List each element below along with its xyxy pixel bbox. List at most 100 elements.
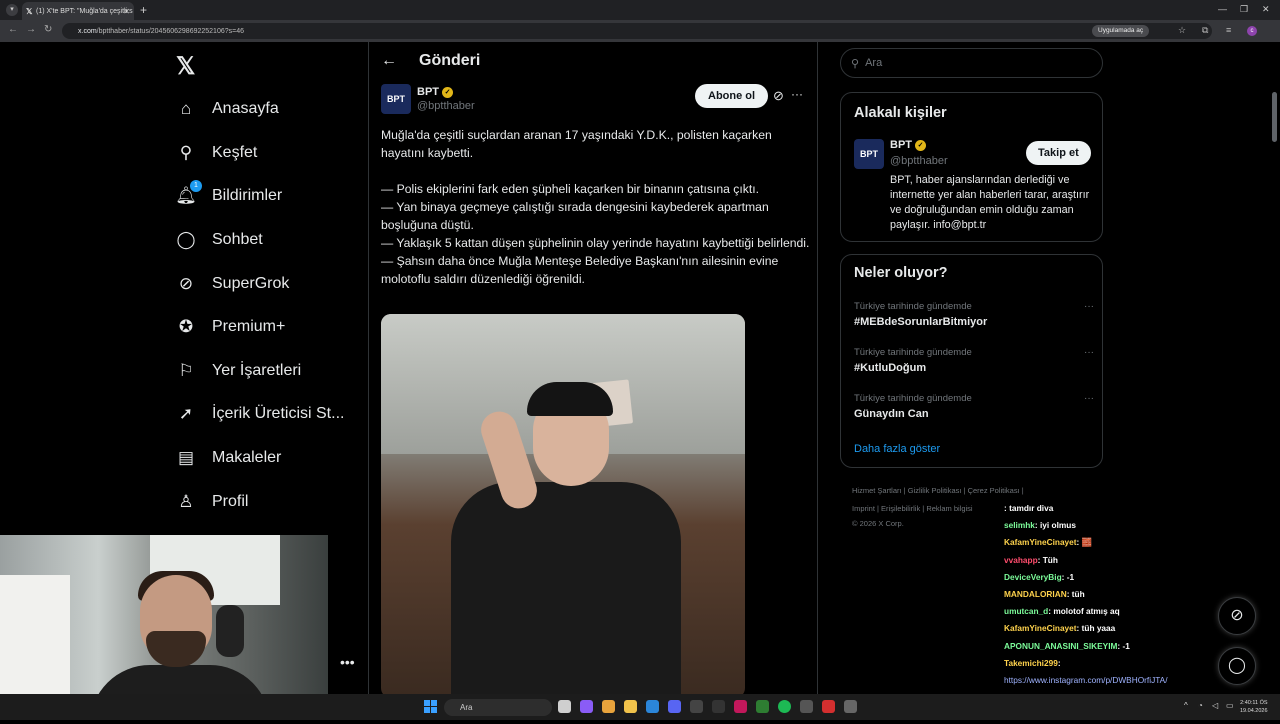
- trend-more-icon[interactable]: ···: [1084, 393, 1094, 404]
- profile-menu-icon[interactable]: ≡: [1226, 25, 1231, 35]
- battery-icon[interactable]: ▭: [1226, 701, 1234, 710]
- chat-message: APONUN_ANASINI_SIKEYIM: -1: [1004, 638, 1214, 655]
- x-logo-icon[interactable]: 𝕏: [176, 52, 195, 81]
- trends-title: Neler oluyor?: [854, 265, 948, 281]
- chat-username: MANDALORIAN: [1004, 589, 1067, 600]
- account-more-icon[interactable]: •••: [340, 654, 355, 670]
- post-line-gap: [381, 162, 811, 180]
- address-bar[interactable]: x.com/bptthaber/status/20456062986922521…: [62, 23, 1212, 39]
- nav-chat[interactable]: ◯ Sohbet: [176, 226, 263, 254]
- nav-profile[interactable]: ♙ Profil: [176, 488, 248, 516]
- chat-link[interactable]: https://www.instagram.com/p/DWBHOrfiJTA/: [1004, 675, 1168, 685]
- nav-explore[interactable]: ⚲ Keşfet: [176, 139, 258, 167]
- chat-message: vvahapp: Tüh: [1004, 552, 1214, 569]
- trend-item[interactable]: Türkiye tarihinde gündemde #KutluDoğum ·…: [854, 347, 1094, 374]
- network-icon[interactable]: ◔: [1198, 701, 1203, 710]
- nav-supergrok[interactable]: ⊘ SuperGrok: [176, 270, 290, 298]
- extensions-icon[interactable]: ⧉: [1202, 25, 1208, 36]
- trend-tag: #KutluDoğum: [854, 362, 927, 374]
- back-nav-icon[interactable]: ←: [8, 24, 18, 35]
- trend-item[interactable]: Türkiye tarihinde gündemde #MEBdeSorunla…: [854, 301, 1094, 328]
- footer-links[interactable]: Imprint | Erişilebilirlik | Reklam bilgi…: [852, 504, 973, 513]
- verified-badge-icon: ✓: [442, 86, 453, 98]
- nav-label: Keşfet: [212, 144, 258, 161]
- taskbar-search[interactable]: Ara: [444, 699, 552, 716]
- app-icon[interactable]: [712, 700, 725, 713]
- nav-home[interactable]: ⌂ Anasayfa: [176, 95, 279, 123]
- related-avatar[interactable]: BPT: [854, 139, 884, 169]
- footer-links[interactable]: Hizmet Şartları | Gizlilik Politikası | …: [852, 486, 1024, 495]
- messages-fab-icon[interactable]: ◯: [1218, 647, 1256, 685]
- author-avatar[interactable]: BPT: [381, 84, 411, 114]
- app-icon[interactable]: [844, 700, 857, 713]
- app-icon[interactable]: [822, 700, 835, 713]
- back-arrow-icon[interactable]: ←: [381, 52, 397, 70]
- chrome-icon[interactable]: [602, 700, 615, 713]
- nav-creator-studio[interactable]: ➚ İçerik Üreticisi St...: [176, 400, 345, 428]
- nav-articles[interactable]: ▤ Makaleler: [176, 444, 281, 472]
- spotify-icon[interactable]: [778, 700, 791, 713]
- start-icon[interactable]: [424, 700, 437, 713]
- open-in-app-button[interactable]: Uygulamada aç: [1092, 25, 1150, 37]
- app-icon[interactable]: [800, 700, 813, 713]
- chat-text: : tamdır diva: [1004, 503, 1054, 513]
- window-close-icon[interactable]: ✕: [1262, 4, 1270, 15]
- nav-notifications[interactable]: 🔔︎ 1 Bildirimler: [175, 180, 282, 210]
- volume-icon[interactable]: ◁: [1212, 701, 1218, 710]
- post-photo[interactable]: [381, 314, 745, 694]
- reload-icon[interactable]: ↻: [44, 24, 52, 35]
- nav-label: İçerik Üreticisi St...: [212, 405, 345, 422]
- grok-explain-icon[interactable]: ⊘: [773, 88, 784, 104]
- chat-message: Takemichi299:: [1004, 655, 1214, 672]
- tray-chevron-icon[interactable]: ^: [1184, 701, 1188, 710]
- minimize-icon[interactable]: —: [1218, 4, 1227, 14]
- trend-item[interactable]: Türkiye tarihinde gündemde Günaydın Can …: [854, 393, 1094, 420]
- related-handle[interactable]: @bptthaber: [890, 155, 948, 167]
- page-scrollbar[interactable]: [1272, 92, 1277, 142]
- chat-username: DeviceVeryBig: [1004, 571, 1062, 582]
- discord-icon[interactable]: [668, 700, 681, 713]
- new-tab-icon[interactable]: +: [140, 3, 147, 17]
- maximize-icon[interactable]: ❐: [1240, 4, 1248, 15]
- post-line: — Polis ekiplerini fark eden şüpheli kaç…: [381, 182, 760, 196]
- tab-close-icon[interactable]: ✕: [123, 7, 130, 16]
- nav-label: Sohbet: [212, 231, 263, 248]
- trend-more-icon[interactable]: ···: [1084, 301, 1094, 312]
- follow-button[interactable]: Takip et: [1026, 141, 1091, 165]
- forward-nav-icon[interactable]: →: [26, 24, 36, 35]
- show-more-link[interactable]: Daha fazla göster: [854, 443, 940, 455]
- chat-username: KafamYineCinayet: [1004, 537, 1077, 548]
- chat-text: : Tüh: [1037, 554, 1058, 565]
- taskbar-clock[interactable]: 2:40:11 ÖS 19.04.2026: [1240, 699, 1268, 715]
- task-view-icon[interactable]: [558, 700, 571, 713]
- related-title: Alakalı kişiler: [854, 105, 947, 121]
- chat-text: : molotof atmış aq: [1048, 606, 1120, 617]
- nav-bookmarks[interactable]: ⚐ Yer İşaretleri: [176, 357, 301, 385]
- grok-fab-icon[interactable]: ⊘: [1218, 597, 1256, 635]
- related-name[interactable]: BPT ✓: [890, 139, 926, 151]
- grok-icon: ⊘: [178, 274, 194, 293]
- trends-card: Neler oluyor? Türkiye tarihinde gündemde…: [840, 254, 1103, 468]
- search-input[interactable]: ⚲ Ara: [840, 48, 1103, 78]
- browser-tab[interactable]: 𝕏 (1) X'te BPT: "Muğla'da çeşitli s ✕: [22, 2, 134, 20]
- author-handle[interactable]: @bptthaber: [417, 100, 475, 112]
- chat-username: APONUN_ANASINI_SIKEYIM: [1004, 640, 1118, 651]
- app-icon[interactable]: [580, 700, 593, 713]
- author-name[interactable]: BPT ✓: [417, 86, 453, 98]
- edge-icon[interactable]: [646, 700, 659, 713]
- nav-premium[interactable]: ✪ Premium+: [176, 313, 285, 341]
- chat-message: KafamYineCinayet: tüh yaaa: [1004, 620, 1214, 637]
- bookmark-icon: ⚐: [178, 361, 194, 380]
- star-icon[interactable]: ☆: [1178, 25, 1186, 36]
- app-icon[interactable]: [690, 700, 703, 713]
- explorer-icon[interactable]: [624, 700, 637, 713]
- related-name-text: BPT: [890, 139, 912, 151]
- tab-search-icon[interactable]: ▾: [6, 4, 18, 16]
- browser-avatar[interactable]: c: [1247, 26, 1257, 36]
- post-more-icon[interactable]: ···: [791, 87, 803, 101]
- subscribe-button[interactable]: Abone ol: [695, 84, 769, 108]
- app-icon[interactable]: [756, 700, 769, 713]
- trend-more-icon[interactable]: ···: [1084, 347, 1094, 358]
- app-icon[interactable]: [734, 700, 747, 713]
- browser-toolbar: ← → ↻ x.com/bptthaber/status/20456062986…: [0, 20, 1280, 42]
